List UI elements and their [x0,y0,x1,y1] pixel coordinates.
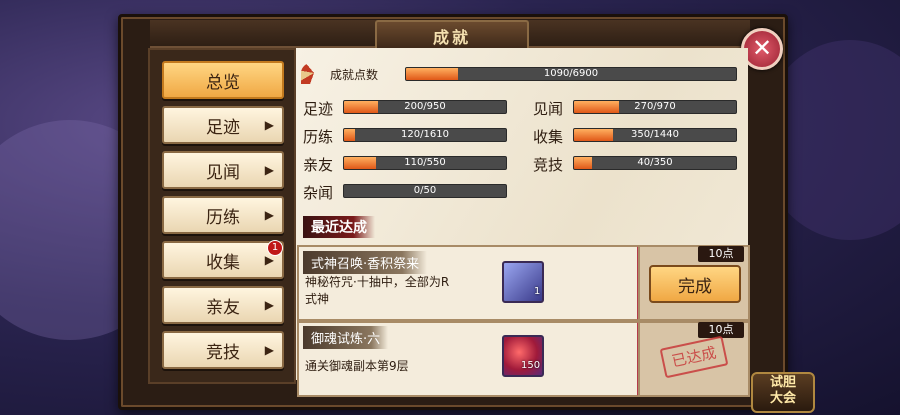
achievement-points-value: 1090/6900 [543,68,599,79]
stat-value: 40/350 [637,157,673,168]
stat-value: 110/550 [404,157,446,168]
notification-badge: 1 [267,240,283,256]
stat-label-knowledge: 见闻 [533,100,564,118]
sidebar-item-label: 足迹 [206,117,240,138]
stat-label-training: 历练 [303,128,334,146]
sidebar-item-footprint[interactable]: 足迹 ▶ [162,106,284,144]
item-count: 150 [521,360,541,371]
event-badge[interactable]: 试胆 大会 [751,372,815,413]
stat-label-misc: 杂闻 [303,184,334,202]
stat-label-collection: 收集 [533,128,564,146]
sidebar-item-label: 总览 [206,72,240,93]
sidebar-item-collection[interactable]: 收集 ▶ [162,241,284,279]
points-tag: 10点 [698,246,744,262]
sidebar-item-label: 竞技 [206,342,240,363]
stat-value: 270/970 [634,101,676,112]
sidebar-item-knowledge[interactable]: 见闻 ▶ [162,151,284,189]
item-count: 1 [534,286,541,297]
sidebar-item-overview[interactable]: 总览 [162,61,284,99]
chevron-right-icon: ▶ [264,118,274,132]
stat-bar-arena: 40/350 [573,156,737,170]
description-line: 式神 [305,292,330,306]
description-line: 神秘符咒·十抽中，全部为R [305,275,450,289]
description-line: 通关御魂副本第9层 [305,359,409,373]
recent-achievements-heading: 最近达成 [303,216,375,238]
achievement-title: 御魂试炼·六 [303,326,389,349]
chevron-right-icon: ▶ [264,343,274,357]
achievement-description: 通关御魂副本第9层 [305,358,409,375]
chevron-right-icon: ▶ [264,163,274,177]
achievement-title: 式神召唤·香积祭来 [303,251,428,274]
stat-bar-knowledge: 270/970 [573,100,737,114]
event-badge-line: 大会 [769,391,796,406]
complete-button[interactable]: 完成 [649,265,741,303]
sidebar-item-friends[interactable]: 亲友 ▶ [162,286,284,324]
stat-bar-training: 120/1610 [343,128,507,142]
achievement-points-bar: 1090/6900 [405,67,737,81]
stat-label-arena: 竞技 [533,156,564,174]
stat-bar-friends: 110/550 [343,156,507,170]
stat-value: 200/950 [404,101,446,112]
stat-value: 350/1440 [631,129,679,140]
stat-bar-footprint: 200/950 [343,100,507,114]
sidebar-item-training[interactable]: 历练 ▶ [162,196,284,234]
stat-bar-misc: 0/50 [343,184,507,198]
stat-value: 120/1610 [401,129,449,140]
fan-icon [301,62,327,84]
sidebar-item-label: 亲友 [206,297,240,318]
sidebar-item-label: 收集 [206,252,240,273]
sidebar-item-label: 见闻 [206,162,240,183]
sidebar-item-label: 历练 [206,207,240,228]
achievement-description: 神秘符咒·十抽中，全部为R 式神 [305,274,449,308]
chevron-right-icon: ▶ [264,208,274,222]
stat-bar-collection: 350/1440 [573,128,737,142]
stat-label-friends: 亲友 [303,156,334,174]
event-badge-line: 试胆 [769,375,796,390]
chevron-right-icon: ▶ [264,298,274,312]
stat-value: 0/50 [413,185,437,196]
sidebar-item-arena[interactable]: 竞技 ▶ [162,331,284,369]
stat-label-footprint: 足迹 [303,100,334,118]
achievement-points-label: 成就点数 [330,68,379,82]
